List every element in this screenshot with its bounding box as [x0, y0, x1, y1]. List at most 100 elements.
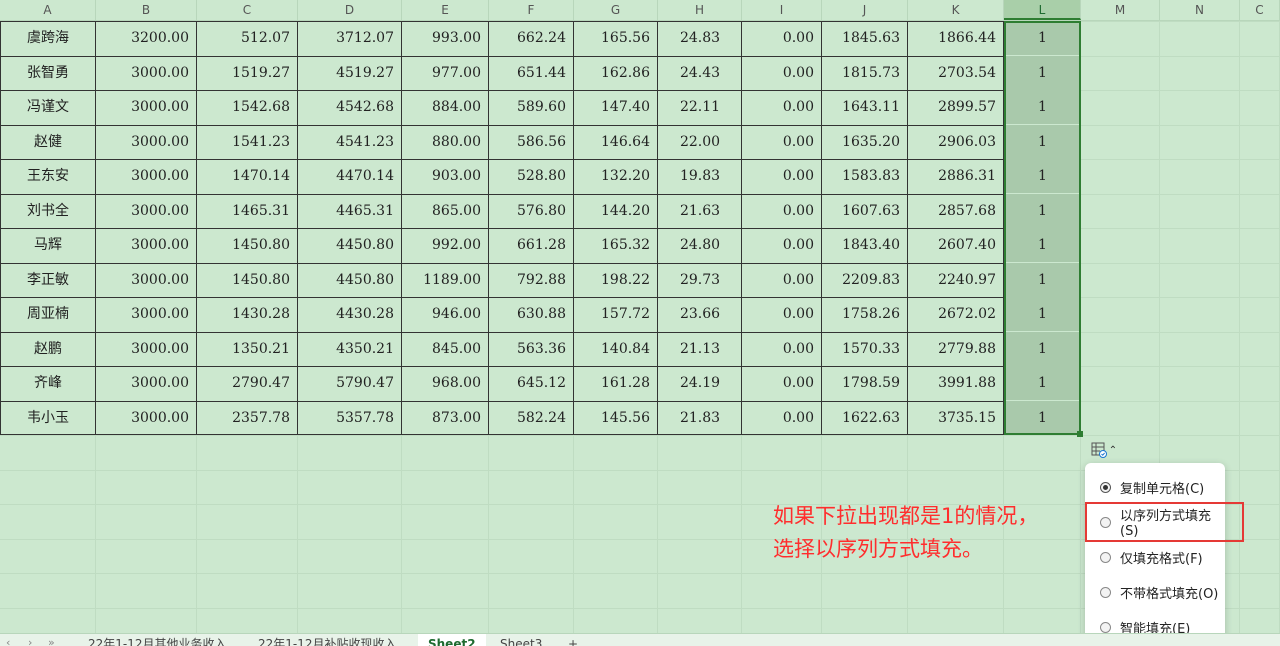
cell-f9[interactable]: 630.88: [489, 297, 574, 331]
cell-a9[interactable]: 周亚楠: [0, 297, 96, 331]
cell-f12[interactable]: 582.24: [489, 401, 574, 435]
cell-a4[interactable]: 赵健: [0, 125, 96, 159]
cell-b8[interactable]: 3000.00: [96, 263, 197, 297]
radio-icon[interactable]: [1100, 516, 1111, 528]
cell-k8[interactable]: 2240.97: [908, 263, 1004, 297]
column-header-i[interactable]: I: [742, 0, 822, 20]
cell-b6[interactable]: 3000.00: [96, 194, 197, 228]
cell-l5[interactable]: 1: [1004, 159, 1081, 193]
cell-f5[interactable]: 528.80: [489, 159, 574, 193]
cell-i7[interactable]: 0.00: [742, 228, 822, 262]
cell-d11[interactable]: 5790.47: [298, 366, 402, 400]
cell-b9[interactable]: 3000.00: [96, 297, 197, 331]
cell-l10[interactable]: 1: [1004, 332, 1081, 366]
cell-k11[interactable]: 3991.88: [908, 366, 1004, 400]
cell-h10[interactable]: 21.13: [658, 332, 742, 366]
column-header-b[interactable]: B: [96, 0, 197, 20]
cell-e9[interactable]: 946.00: [402, 297, 489, 331]
cell-i12[interactable]: 0.00: [742, 401, 822, 435]
column-header-h[interactable]: H: [658, 0, 742, 20]
cell-a2[interactable]: 张智勇: [0, 56, 96, 90]
column-header-j[interactable]: J: [822, 0, 908, 20]
cell-c2[interactable]: 1519.27: [197, 56, 298, 90]
cell-d2[interactable]: 4519.27: [298, 56, 402, 90]
cell-e5[interactable]: 903.00: [402, 159, 489, 193]
cell-j1[interactable]: 1845.63: [822, 21, 908, 55]
autofill-options-button[interactable]: ⌃: [1087, 439, 1121, 461]
cell-h3[interactable]: 22.11: [658, 90, 742, 124]
cell-c11[interactable]: 2790.47: [197, 366, 298, 400]
cell-l4[interactable]: 1: [1004, 125, 1081, 159]
cell-d10[interactable]: 4350.21: [298, 332, 402, 366]
cell-d1[interactable]: 3712.07: [298, 21, 402, 55]
cell-b10[interactable]: 3000.00: [96, 332, 197, 366]
cell-c8[interactable]: 1450.80: [197, 263, 298, 297]
cell-h12[interactable]: 21.83: [658, 401, 742, 435]
cell-d6[interactable]: 4465.31: [298, 194, 402, 228]
cell-a7[interactable]: 马辉: [0, 228, 96, 262]
cell-l3[interactable]: 1: [1004, 90, 1081, 124]
sheet-tab-1[interactable]: 22年1-12月其他业务收入: [78, 634, 237, 646]
cell-g7[interactable]: 165.32: [574, 228, 658, 262]
cell-h1[interactable]: 24.83: [658, 21, 742, 55]
cell-f6[interactable]: 576.80: [489, 194, 574, 228]
cell-k7[interactable]: 2607.40: [908, 228, 1004, 262]
cell-g5[interactable]: 132.20: [574, 159, 658, 193]
cell-i11[interactable]: 0.00: [742, 366, 822, 400]
column-header-a[interactable]: A: [0, 0, 96, 20]
cell-j8[interactable]: 2209.83: [822, 263, 908, 297]
cell-e3[interactable]: 884.00: [402, 90, 489, 124]
cell-e10[interactable]: 845.00: [402, 332, 489, 366]
cell-i10[interactable]: 0.00: [742, 332, 822, 366]
cell-j4[interactable]: 1635.20: [822, 125, 908, 159]
column-header-n[interactable]: N: [1160, 0, 1240, 20]
cell-a11[interactable]: 齐峰: [0, 366, 96, 400]
cell-e2[interactable]: 977.00: [402, 56, 489, 90]
cell-a5[interactable]: 王东安: [0, 159, 96, 193]
cell-b7[interactable]: 3000.00: [96, 228, 197, 262]
cell-e8[interactable]: 1189.00: [402, 263, 489, 297]
cell-c12[interactable]: 2357.78: [197, 401, 298, 435]
cell-e1[interactable]: 993.00: [402, 21, 489, 55]
cell-f7[interactable]: 661.28: [489, 228, 574, 262]
cell-k9[interactable]: 2672.02: [908, 297, 1004, 331]
autofill-option-4[interactable]: 不带格式填充(O): [1085, 575, 1225, 609]
cell-i5[interactable]: 0.00: [742, 159, 822, 193]
cell-i9[interactable]: 0.00: [742, 297, 822, 331]
cell-d4[interactable]: 4541.23: [298, 125, 402, 159]
cell-l9[interactable]: 1: [1004, 297, 1081, 331]
cell-i1[interactable]: 0.00: [742, 21, 822, 55]
cell-g9[interactable]: 157.72: [574, 297, 658, 331]
cell-c6[interactable]: 1465.31: [197, 194, 298, 228]
fill-handle[interactable]: [1077, 431, 1083, 437]
column-header-m[interactable]: M: [1081, 0, 1160, 20]
cell-a8[interactable]: 李正敏: [0, 263, 96, 297]
cell-h7[interactable]: 24.80: [658, 228, 742, 262]
column-header-k[interactable]: K: [908, 0, 1004, 20]
cell-a3[interactable]: 冯谨文: [0, 90, 96, 124]
cell-k6[interactable]: 2857.68: [908, 194, 1004, 228]
column-header-l[interactable]: L: [1004, 0, 1081, 20]
cell-e12[interactable]: 873.00: [402, 401, 489, 435]
cell-i8[interactable]: 0.00: [742, 263, 822, 297]
radio-icon[interactable]: [1100, 551, 1111, 563]
autofill-option-3[interactable]: 仅填充格式(F): [1085, 540, 1225, 574]
cell-f1[interactable]: 662.24: [489, 21, 574, 55]
cell-k12[interactable]: 3735.15: [908, 401, 1004, 435]
cell-l12[interactable]: 1: [1004, 401, 1081, 435]
cell-h8[interactable]: 29.73: [658, 263, 742, 297]
cell-d8[interactable]: 4450.80: [298, 263, 402, 297]
autofill-option-1[interactable]: 复制单元格(C): [1085, 470, 1225, 504]
cell-k10[interactable]: 2779.88: [908, 332, 1004, 366]
cell-j5[interactable]: 1583.83: [822, 159, 908, 193]
cell-h2[interactable]: 24.43: [658, 56, 742, 90]
radio-icon[interactable]: [1100, 621, 1111, 633]
cell-g3[interactable]: 147.40: [574, 90, 658, 124]
radio-icon[interactable]: [1100, 586, 1111, 598]
cell-i6[interactable]: 0.00: [742, 194, 822, 228]
cell-h4[interactable]: 22.00: [658, 125, 742, 159]
cell-l6[interactable]: 1: [1004, 194, 1081, 228]
cell-g4[interactable]: 146.64: [574, 125, 658, 159]
sheet-tab-2[interactable]: 22年1-12月补贴收现收入: [248, 634, 407, 646]
cell-a1[interactable]: 虞跨海: [0, 21, 96, 55]
